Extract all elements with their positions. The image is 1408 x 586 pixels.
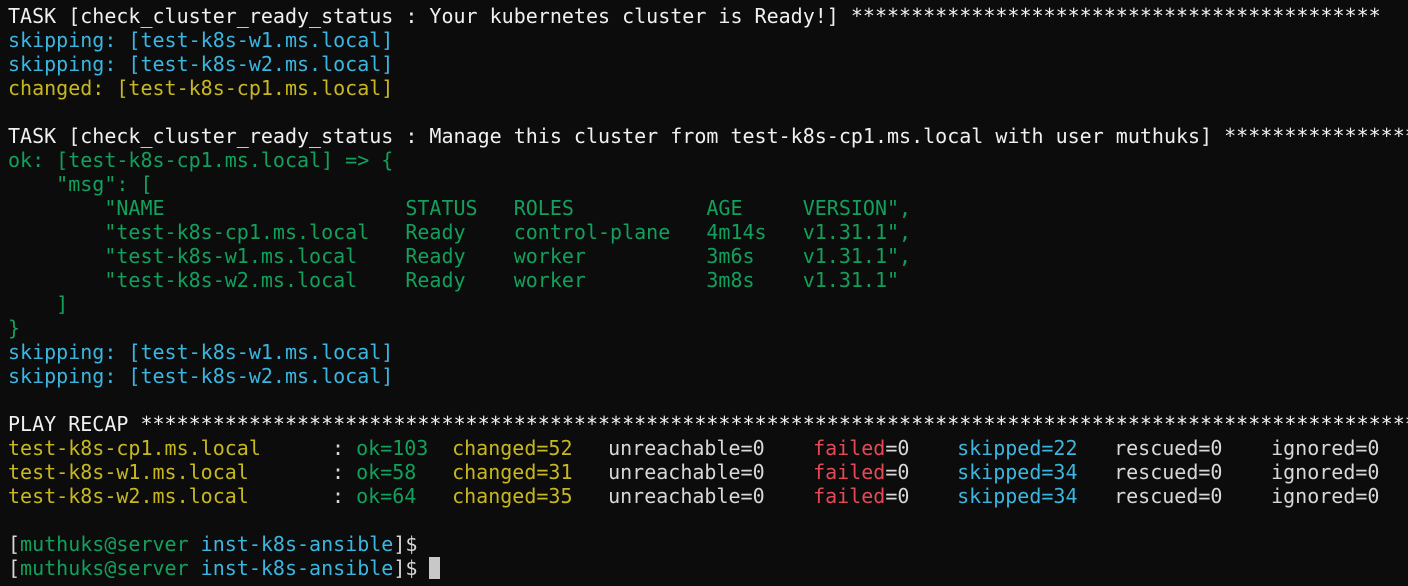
output-line: skipping: [test-k8s-w2.ms.local]: [8, 364, 394, 388]
node-table-row: "test-k8s-cp1.ms.local Ready control-pla…: [8, 220, 912, 244]
recap-host: test-k8s-w1.ms.local: [8, 460, 334, 484]
prompt-user: muthuks@server: [20, 556, 189, 580]
prompt-dir: inst-k8s-ansible: [200, 532, 394, 556]
recap-unreachable: unreachable=0: [608, 460, 765, 484]
output-line: skipping: [test-k8s-w1.ms.local]: [8, 340, 394, 364]
recap-rescued: rescued=0: [1114, 436, 1223, 460]
recap-unreachable: unreachable=0: [608, 436, 765, 460]
recap-failed-value: =0: [885, 484, 910, 508]
ok-line: ok: [test-k8s-cp1.ms.local] => {: [8, 148, 394, 172]
recap-ok: ok=103: [356, 436, 429, 460]
prompt-dir: inst-k8s-ansible: [200, 556, 394, 580]
output-line: skipping: [test-k8s-w1.ms.local]: [8, 28, 394, 52]
recap-sep: :: [332, 460, 357, 484]
recap-ok: ok=58: [356, 460, 417, 484]
recap-unreachable: unreachable=0: [608, 484, 765, 508]
task-header: TASK [check_cluster_ready_status : Your …: [8, 4, 1381, 28]
output-line: skipping: [test-k8s-w2.ms.local]: [8, 52, 394, 76]
recap-failed-value: =0: [885, 436, 910, 460]
brace-close: }: [8, 316, 21, 340]
node-table-header: "NAME STATUS ROLES AGE VERSION",: [8, 196, 912, 220]
recap-row: test-k8s-cp1.ms.local : ok=103 changed=52…: [8, 436, 1408, 460]
text-cursor[interactable]: [429, 557, 441, 579]
recap-row: test-k8s-w1.ms.local : ok=58 changed=31 un…: [8, 460, 1408, 484]
recap-rescued: rescued=0: [1114, 484, 1223, 508]
recap-skipped: skipped=34: [957, 484, 1078, 508]
recap-skipped: skipped=22: [957, 436, 1078, 460]
play-recap-header: PLAY RECAP *****************************…: [8, 412, 1408, 436]
prompt-user: muthuks@server: [20, 532, 189, 556]
recap-changed: changed=31: [452, 460, 573, 484]
recap-failed-label: failed: [813, 484, 886, 508]
recap-ignored: ignored=0: [1271, 460, 1380, 484]
msg-close: ]: [8, 292, 69, 316]
output-line: changed: [test-k8s-cp1.ms.local]: [8, 76, 394, 100]
recap-host: test-k8s-cp1.ms.local: [8, 436, 334, 460]
shell-prompt: [muthuks@server inst-k8s-ansible]$: [8, 532, 418, 556]
recap-changed: changed=52: [452, 436, 573, 460]
shell-prompt-active[interactable]: [muthuks@server inst-k8s-ansible]$: [8, 556, 1408, 580]
node-table-row: "test-k8s-w2.ms.local Ready worker 3m8s …: [8, 268, 900, 292]
recap-ignored: ignored=0: [1271, 436, 1380, 460]
node-table-row: "test-k8s-w1.ms.local Ready worker 3m6s …: [8, 244, 912, 268]
recap-failed-label: failed: [813, 436, 886, 460]
recap-failed-value: =0: [885, 460, 910, 484]
task-header: TASK [check_cluster_ready_status : Manag…: [8, 124, 1408, 148]
recap-failed-label: failed: [813, 460, 886, 484]
recap-host: test-k8s-w2.ms.local: [8, 484, 334, 508]
recap-skipped: skipped=34: [957, 460, 1078, 484]
recap-ok: ok=64: [356, 484, 417, 508]
msg-open: "msg": [: [8, 172, 153, 196]
recap-changed: changed=35: [452, 484, 573, 508]
recap-sep: :: [332, 436, 357, 460]
terminal-window[interactable]: TASK [check_cluster_ready_status : Your …: [0, 0, 1408, 586]
recap-row: test-k8s-w2.ms.local : ok=64 changed=35 un…: [8, 484, 1408, 508]
recap-ignored: ignored=0: [1271, 484, 1380, 508]
recap-sep: :: [332, 484, 357, 508]
recap-rescued: rescued=0: [1114, 460, 1223, 484]
